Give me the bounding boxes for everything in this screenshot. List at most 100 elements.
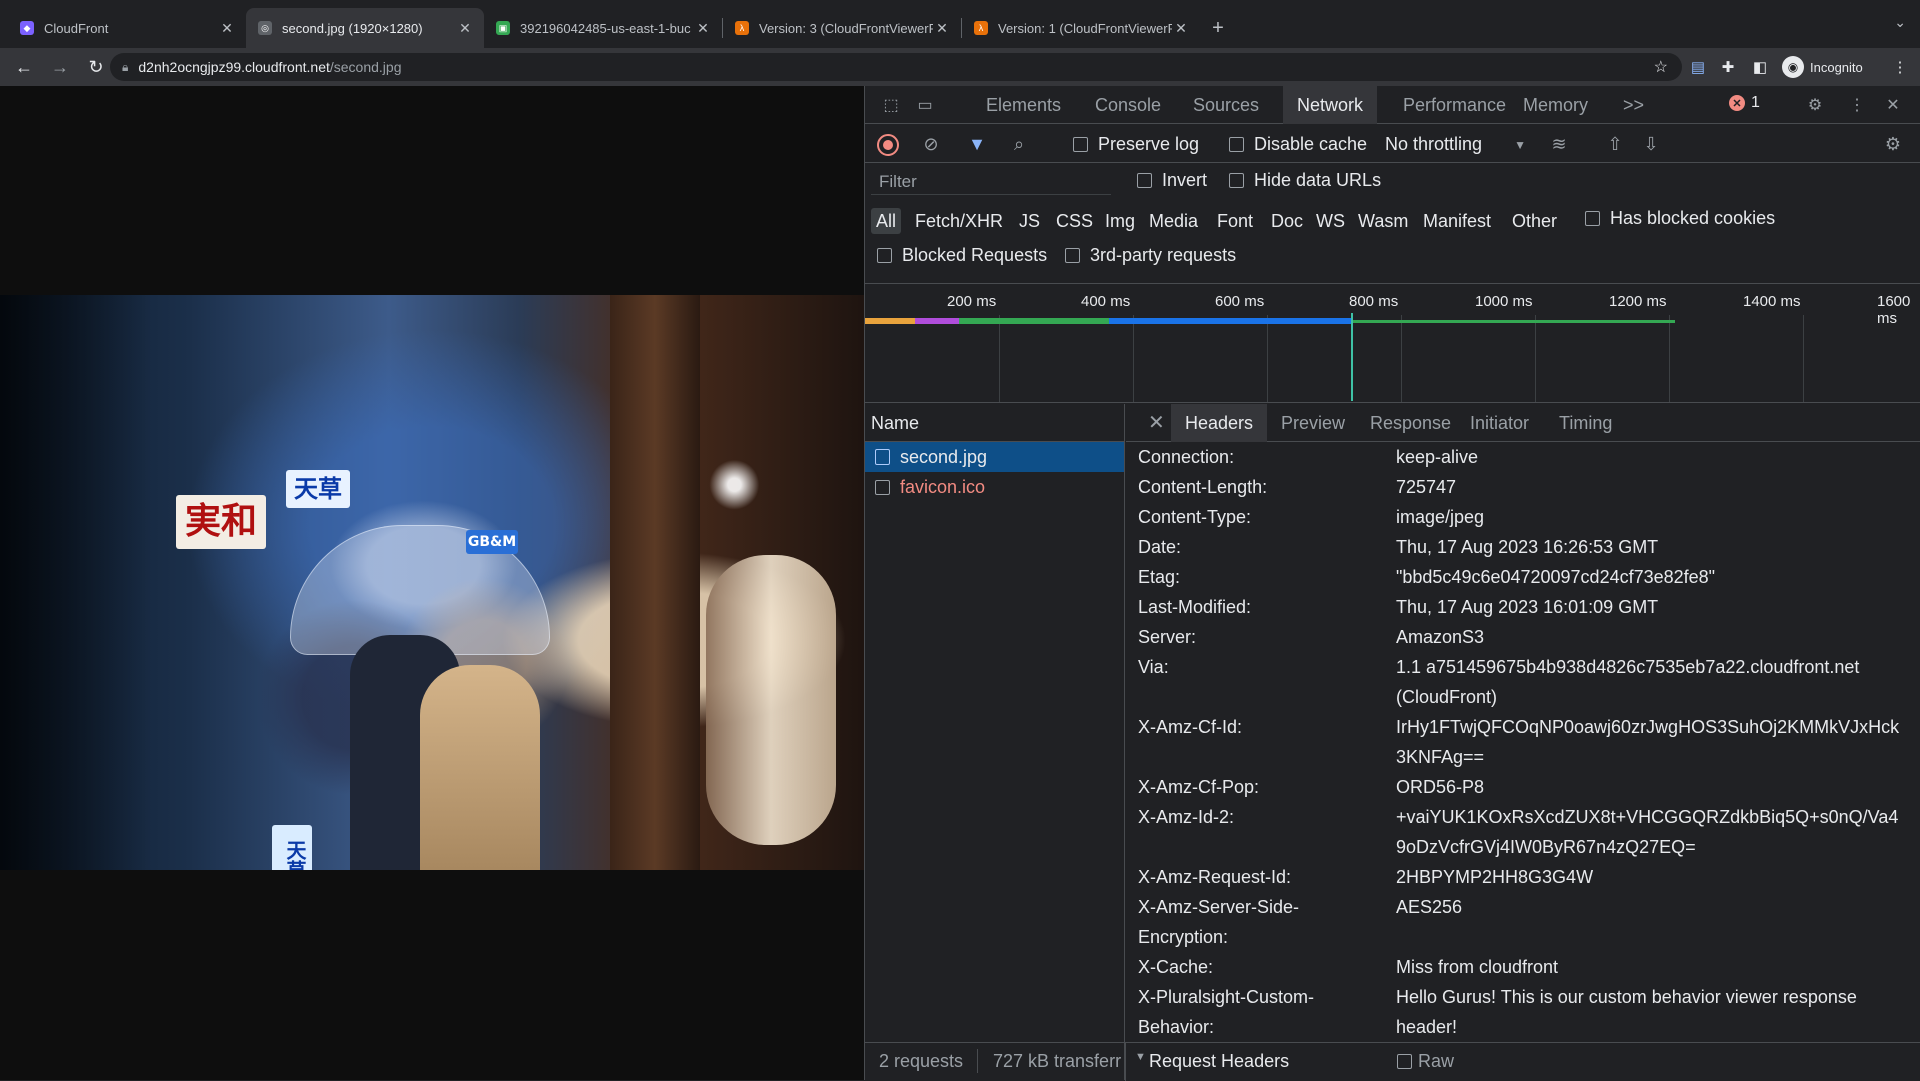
request-row-favicon[interactable]: favicon.ico [865,472,1124,502]
more-tabs-button[interactable]: >> [1609,86,1658,124]
throttling-select[interactable]: No throttling ▼ [1385,134,1526,155]
invert-checkbox[interactable]: Invert [1137,170,1207,191]
extension-translate-icon[interactable]: ▤ [1688,57,1708,77]
close-tab-icon[interactable]: ✕ [218,20,236,37]
checkbox-box[interactable] [1229,137,1244,152]
blocked-requests-checkbox[interactable]: Blocked Requests [877,245,1047,266]
header-value: AmazonS3 [1396,627,1485,647]
type-filter-wasm[interactable]: Wasm [1353,208,1413,234]
has-blocked-cookies-checkbox[interactable]: Has blocked cookies [1585,208,1775,229]
tab-strip: ◆ CloudFront ✕ ◎ second.jpg (1920×1280) … [0,0,1920,48]
clear-icon[interactable]: ⊘ [919,133,943,155]
network-settings-gear-icon[interactable]: ⚙ [1881,133,1905,155]
type-filter-css[interactable]: CSS [1051,208,1098,234]
device-toolbar-icon[interactable]: ▭ [913,94,937,116]
photo-sign-amakusa: 天草 [286,470,350,508]
checkbox-box[interactable] [1065,248,1080,263]
bookmark-star-icon[interactable]: ☆ [1654,57,1668,77]
import-har-upload-icon[interactable]: ⇧ [1603,133,1627,155]
type-filter-media[interactable]: Media [1144,208,1203,234]
type-filter-doc[interactable]: Doc [1266,208,1308,234]
disable-cache-checkbox[interactable]: Disable cache [1229,134,1367,155]
tab-memory[interactable]: Memory [1509,86,1602,124]
filter-input[interactable] [871,169,1111,195]
type-filter-fetch-xhr[interactable]: Fetch/XHR [910,208,1008,234]
tab-search-chevron-icon[interactable]: ⌄ [1894,14,1906,31]
network-toolbar: ⊘ ▼ ⌕ Preserve log Disable cache No thro… [865,125,1920,163]
incognito-profile-button[interactable]: ◉ Incognito [1782,53,1863,81]
address-bar[interactable]: 🔒︎ d2nh2ocngjpz99.cloudfront.net/second.… [110,53,1682,81]
close-tab-icon[interactable]: ✕ [456,20,474,37]
tab-response[interactable]: Response [1356,404,1465,442]
tab-timing[interactable]: Timing [1545,404,1626,442]
back-button[interactable]: ← [8,51,40,83]
tab-performance[interactable]: Performance [1389,86,1520,124]
timeline-gridline [1401,315,1402,402]
close-tab-icon[interactable]: ✕ [694,20,712,37]
name-column-header[interactable]: Name [865,404,1124,442]
request-list: Name second.jpg favicon.ico [865,404,1125,1080]
tab-elements[interactable]: Elements [972,86,1075,124]
network-conditions-wifi-icon[interactable]: ≋ [1547,133,1571,155]
forward-button[interactable]: → [44,51,76,83]
checkbox-box[interactable] [1397,1054,1412,1069]
type-filter-img[interactable]: Img [1100,208,1140,234]
raw-checkbox[interactable]: Raw [1397,1051,1454,1072]
tab-initiator[interactable]: Initiator [1456,404,1543,442]
collapse-triangle-icon[interactable]: ▼ [1135,1051,1146,1063]
network-overview-timeline[interactable]: 200 ms 400 ms 600 ms 800 ms 1000 ms 1200… [865,285,1920,403]
type-filter-manifest[interactable]: Manifest [1418,208,1496,234]
s3-favicon-icon: ▣ [496,21,510,35]
devtools-menu-icon[interactable]: ⋮ [1845,94,1869,116]
tab-console[interactable]: Console [1081,86,1175,124]
header-key: X-Cache: [1138,957,1214,977]
tab-network[interactable]: Network [1283,86,1378,124]
type-filter-ws[interactable]: WS [1311,208,1350,234]
close-tab-icon[interactable]: ✕ [1172,20,1190,37]
checkbox-box[interactable] [1137,173,1152,188]
timeline-gridline [1267,315,1268,402]
request-row-second-jpg[interactable]: second.jpg [865,442,1124,472]
third-party-requests-checkbox[interactable]: 3rd-party requests [1065,245,1236,266]
record-stop-button[interactable] [877,134,899,156]
checkbox-box[interactable] [1585,211,1600,226]
lock-icon[interactable]: 🔒︎ [122,60,128,75]
checkbox-box[interactable] [1073,137,1088,152]
close-tab-icon[interactable]: ✕ [933,20,951,37]
tab-headers[interactable]: Headers [1171,404,1268,442]
header-value: 1.1 a751459675b4b938d4826c7535eb7a22.clo… [1396,657,1860,707]
filter-funnel-icon[interactable]: ▼ [965,133,989,155]
tab-title: Version: 1 (CloudFrontViewerR [998,20,1172,36]
header-key: Date: [1138,537,1182,557]
tab-sources[interactable]: Sources [1179,86,1273,124]
browser-tab-cloudfront[interactable]: ◆ CloudFront ✕ [8,8,246,48]
close-devtools-icon[interactable]: ✕ [1881,94,1905,116]
checkbox-box[interactable] [1229,173,1244,188]
export-har-download-icon[interactable]: ⇩ [1639,133,1663,155]
browser-tab-second-jpg[interactable]: ◎ second.jpg (1920×1280) ✕ [246,8,484,48]
new-tab-button[interactable]: + [1200,8,1236,48]
timeline-bar-download [1109,318,1351,324]
type-filter-font[interactable]: Font [1212,208,1258,234]
reload-button[interactable]: ↻ [80,51,112,83]
browser-menu-icon[interactable]: ⋮ [1890,57,1910,77]
browser-tab-s3-bucket[interactable]: ▣ 392196042485-us-east-1-buc ✕ [484,8,722,48]
preserve-log-checkbox[interactable]: Preserve log [1073,134,1199,155]
browser-tab-version-3[interactable]: λ Version: 3 (CloudFrontViewerR ✕ [723,8,961,48]
header-value: Thu, 17 Aug 2023 16:26:53 GMT [1396,537,1659,557]
extensions-puzzle-icon[interactable]: ✚ [1718,57,1738,77]
hide-data-urls-checkbox[interactable]: Hide data URLs [1229,170,1381,191]
settings-gear-icon[interactable]: ⚙ [1803,94,1827,116]
type-filter-other[interactable]: Other [1507,208,1562,234]
type-filter-all[interactable]: All [871,208,902,234]
side-panel-icon[interactable]: ◧ [1750,57,1770,77]
type-filter-js[interactable]: JS [1014,208,1045,234]
checkbox-box[interactable] [877,248,892,263]
tab-preview[interactable]: Preview [1267,404,1359,442]
request-headers-section-title[interactable]: Request Headers [1149,1051,1289,1072]
search-icon[interactable]: ⌕ [1007,133,1031,155]
error-count-badge[interactable]: ✕ 1 [1729,94,1760,112]
tab-title: CloudFront [44,20,109,36]
inspect-element-icon[interactable]: ⬚ [879,94,903,116]
browser-tab-version-1[interactable]: λ Version: 1 (CloudFrontViewerR ✕ [962,8,1200,48]
